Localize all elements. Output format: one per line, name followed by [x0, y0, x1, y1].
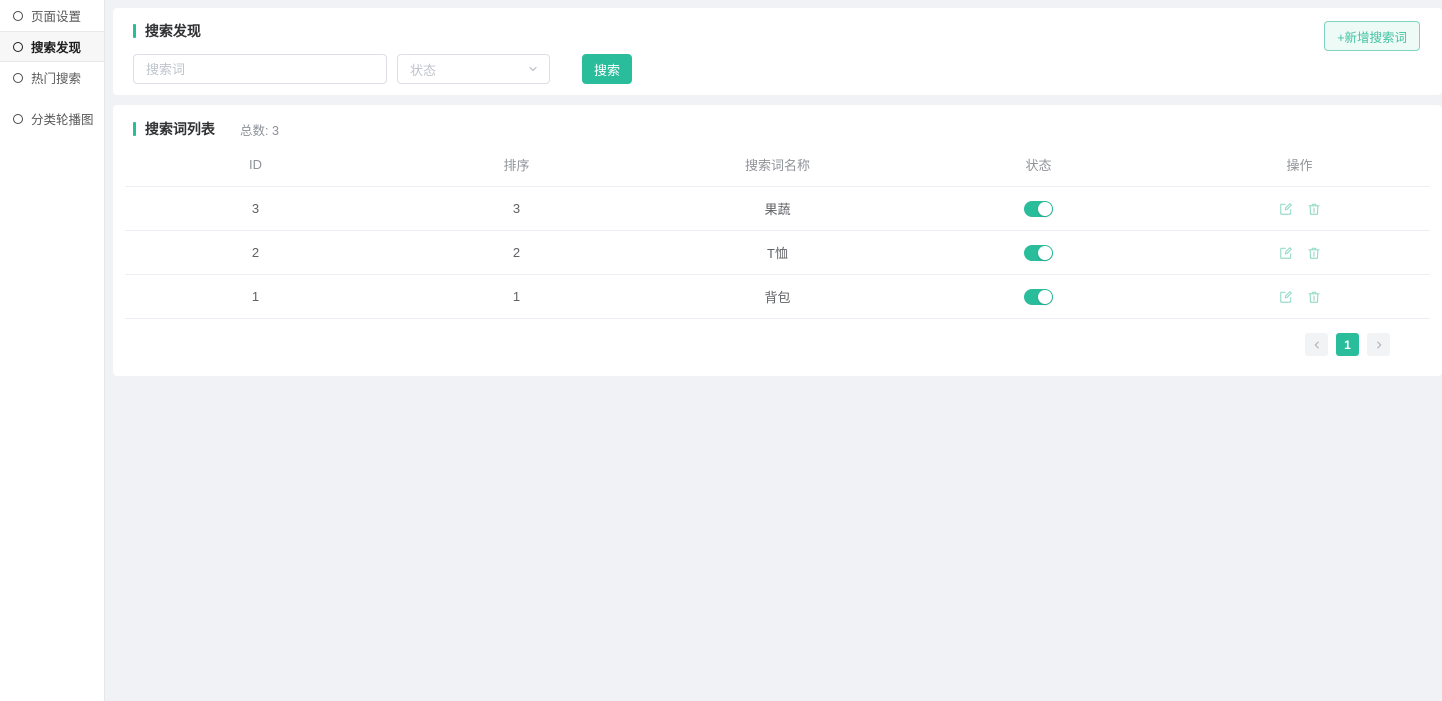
- status-toggle[interactable]: [1024, 201, 1053, 217]
- circle-bullet-icon: [13, 73, 23, 83]
- column-header-id: ID: [125, 157, 386, 172]
- cell-id: 2: [125, 245, 386, 260]
- sidebar-item-hot-search[interactable]: 热门搜索: [0, 62, 104, 93]
- search-filter-card: 搜索发现 +新增搜索词 状态 搜索: [113, 8, 1442, 95]
- status-select[interactable]: 状态: [397, 54, 550, 84]
- sidebar-item-label: 搜索发现: [31, 37, 81, 56]
- sidebar-item-category-carousel[interactable]: 分类轮播图: [0, 103, 104, 134]
- search-word-list-card: 搜索词列表 总数: 3 ID 排序 搜索词名称 状态 操作 3 3 果蔬: [113, 105, 1442, 376]
- prev-page-button[interactable]: [1305, 333, 1328, 356]
- cell-name: T恤: [647, 243, 908, 262]
- circle-bullet-icon: [13, 11, 23, 21]
- chevron-right-icon: [1374, 340, 1384, 350]
- status-toggle[interactable]: [1024, 245, 1053, 261]
- sidebar-item-label: 分类轮播图: [31, 109, 94, 128]
- sidebar-item-search-discovery[interactable]: 搜索发现: [0, 31, 104, 62]
- cell-name: 果蔬: [647, 199, 908, 218]
- pagination: 1: [113, 333, 1390, 356]
- filter-form: 状态 搜索: [133, 54, 1422, 84]
- circle-bullet-icon: [13, 42, 23, 52]
- total-count-label: 总数: 3: [240, 120, 279, 139]
- circle-bullet-icon: [13, 114, 23, 124]
- sidebar-item-label: 热门搜索: [31, 68, 81, 87]
- sidebar-item-page-settings[interactable]: 页面设置: [0, 0, 104, 31]
- edit-icon[interactable]: [1279, 246, 1293, 260]
- column-header-status: 状态: [908, 155, 1169, 174]
- toggle-knob: [1038, 246, 1052, 260]
- table-header-row: ID 排序 搜索词名称 状态 操作: [125, 143, 1430, 187]
- toggle-knob: [1038, 202, 1052, 216]
- chevron-down-icon: [527, 63, 539, 75]
- sidebar-item-label: 页面设置: [31, 6, 81, 25]
- cell-status: [908, 288, 1169, 305]
- edit-icon[interactable]: [1279, 290, 1293, 304]
- search-button[interactable]: 搜索: [582, 54, 632, 84]
- column-header-sort: 排序: [386, 155, 647, 174]
- title-accent-bar: [133, 122, 136, 136]
- app-window: 页面设置 搜索发现 热门搜索 分类轮播图 搜索发现 +新增搜索词: [0, 0, 1442, 701]
- delete-icon[interactable]: [1307, 246, 1321, 260]
- page-title: 搜索发现: [145, 21, 201, 41]
- table-row: 2 2 T恤: [125, 231, 1430, 275]
- cell-actions: [1169, 290, 1430, 304]
- table-row: 3 3 果蔬: [125, 187, 1430, 231]
- cell-sort: 2: [386, 245, 647, 260]
- list-title: 搜索词列表: [145, 119, 215, 139]
- search-word-table: ID 排序 搜索词名称 状态 操作 3 3 果蔬: [113, 143, 1442, 319]
- sidebar: 页面设置 搜索发现 热门搜索 分类轮播图: [0, 0, 105, 701]
- list-card-title: 搜索词列表 总数: 3: [113, 119, 1442, 139]
- page-number-button[interactable]: 1: [1336, 333, 1359, 356]
- keyword-input[interactable]: [133, 54, 387, 84]
- status-toggle[interactable]: [1024, 289, 1053, 305]
- next-page-button[interactable]: [1367, 333, 1390, 356]
- search-card-title: 搜索发现: [133, 21, 1422, 41]
- add-search-word-button[interactable]: +新增搜索词: [1324, 21, 1420, 51]
- cell-sort: 1: [386, 289, 647, 304]
- cell-actions: [1169, 246, 1430, 260]
- column-header-actions: 操作: [1169, 155, 1430, 174]
- cell-actions: [1169, 202, 1430, 216]
- edit-icon[interactable]: [1279, 202, 1293, 216]
- toggle-knob: [1038, 290, 1052, 304]
- cell-name: 背包: [647, 287, 908, 306]
- status-select-placeholder: 状态: [410, 60, 436, 79]
- cell-id: 1: [125, 289, 386, 304]
- column-header-name: 搜索词名称: [647, 155, 908, 174]
- title-accent-bar: [133, 24, 136, 38]
- delete-icon[interactable]: [1307, 290, 1321, 304]
- delete-icon[interactable]: [1307, 202, 1321, 216]
- cell-status: [908, 200, 1169, 217]
- cell-sort: 3: [386, 201, 647, 216]
- main-content: 搜索发现 +新增搜索词 状态 搜索 搜索词列表 总数: 3: [113, 0, 1442, 701]
- cell-id: 3: [125, 201, 386, 216]
- table-row: 1 1 背包: [125, 275, 1430, 319]
- chevron-left-icon: [1312, 340, 1322, 350]
- cell-status: [908, 244, 1169, 261]
